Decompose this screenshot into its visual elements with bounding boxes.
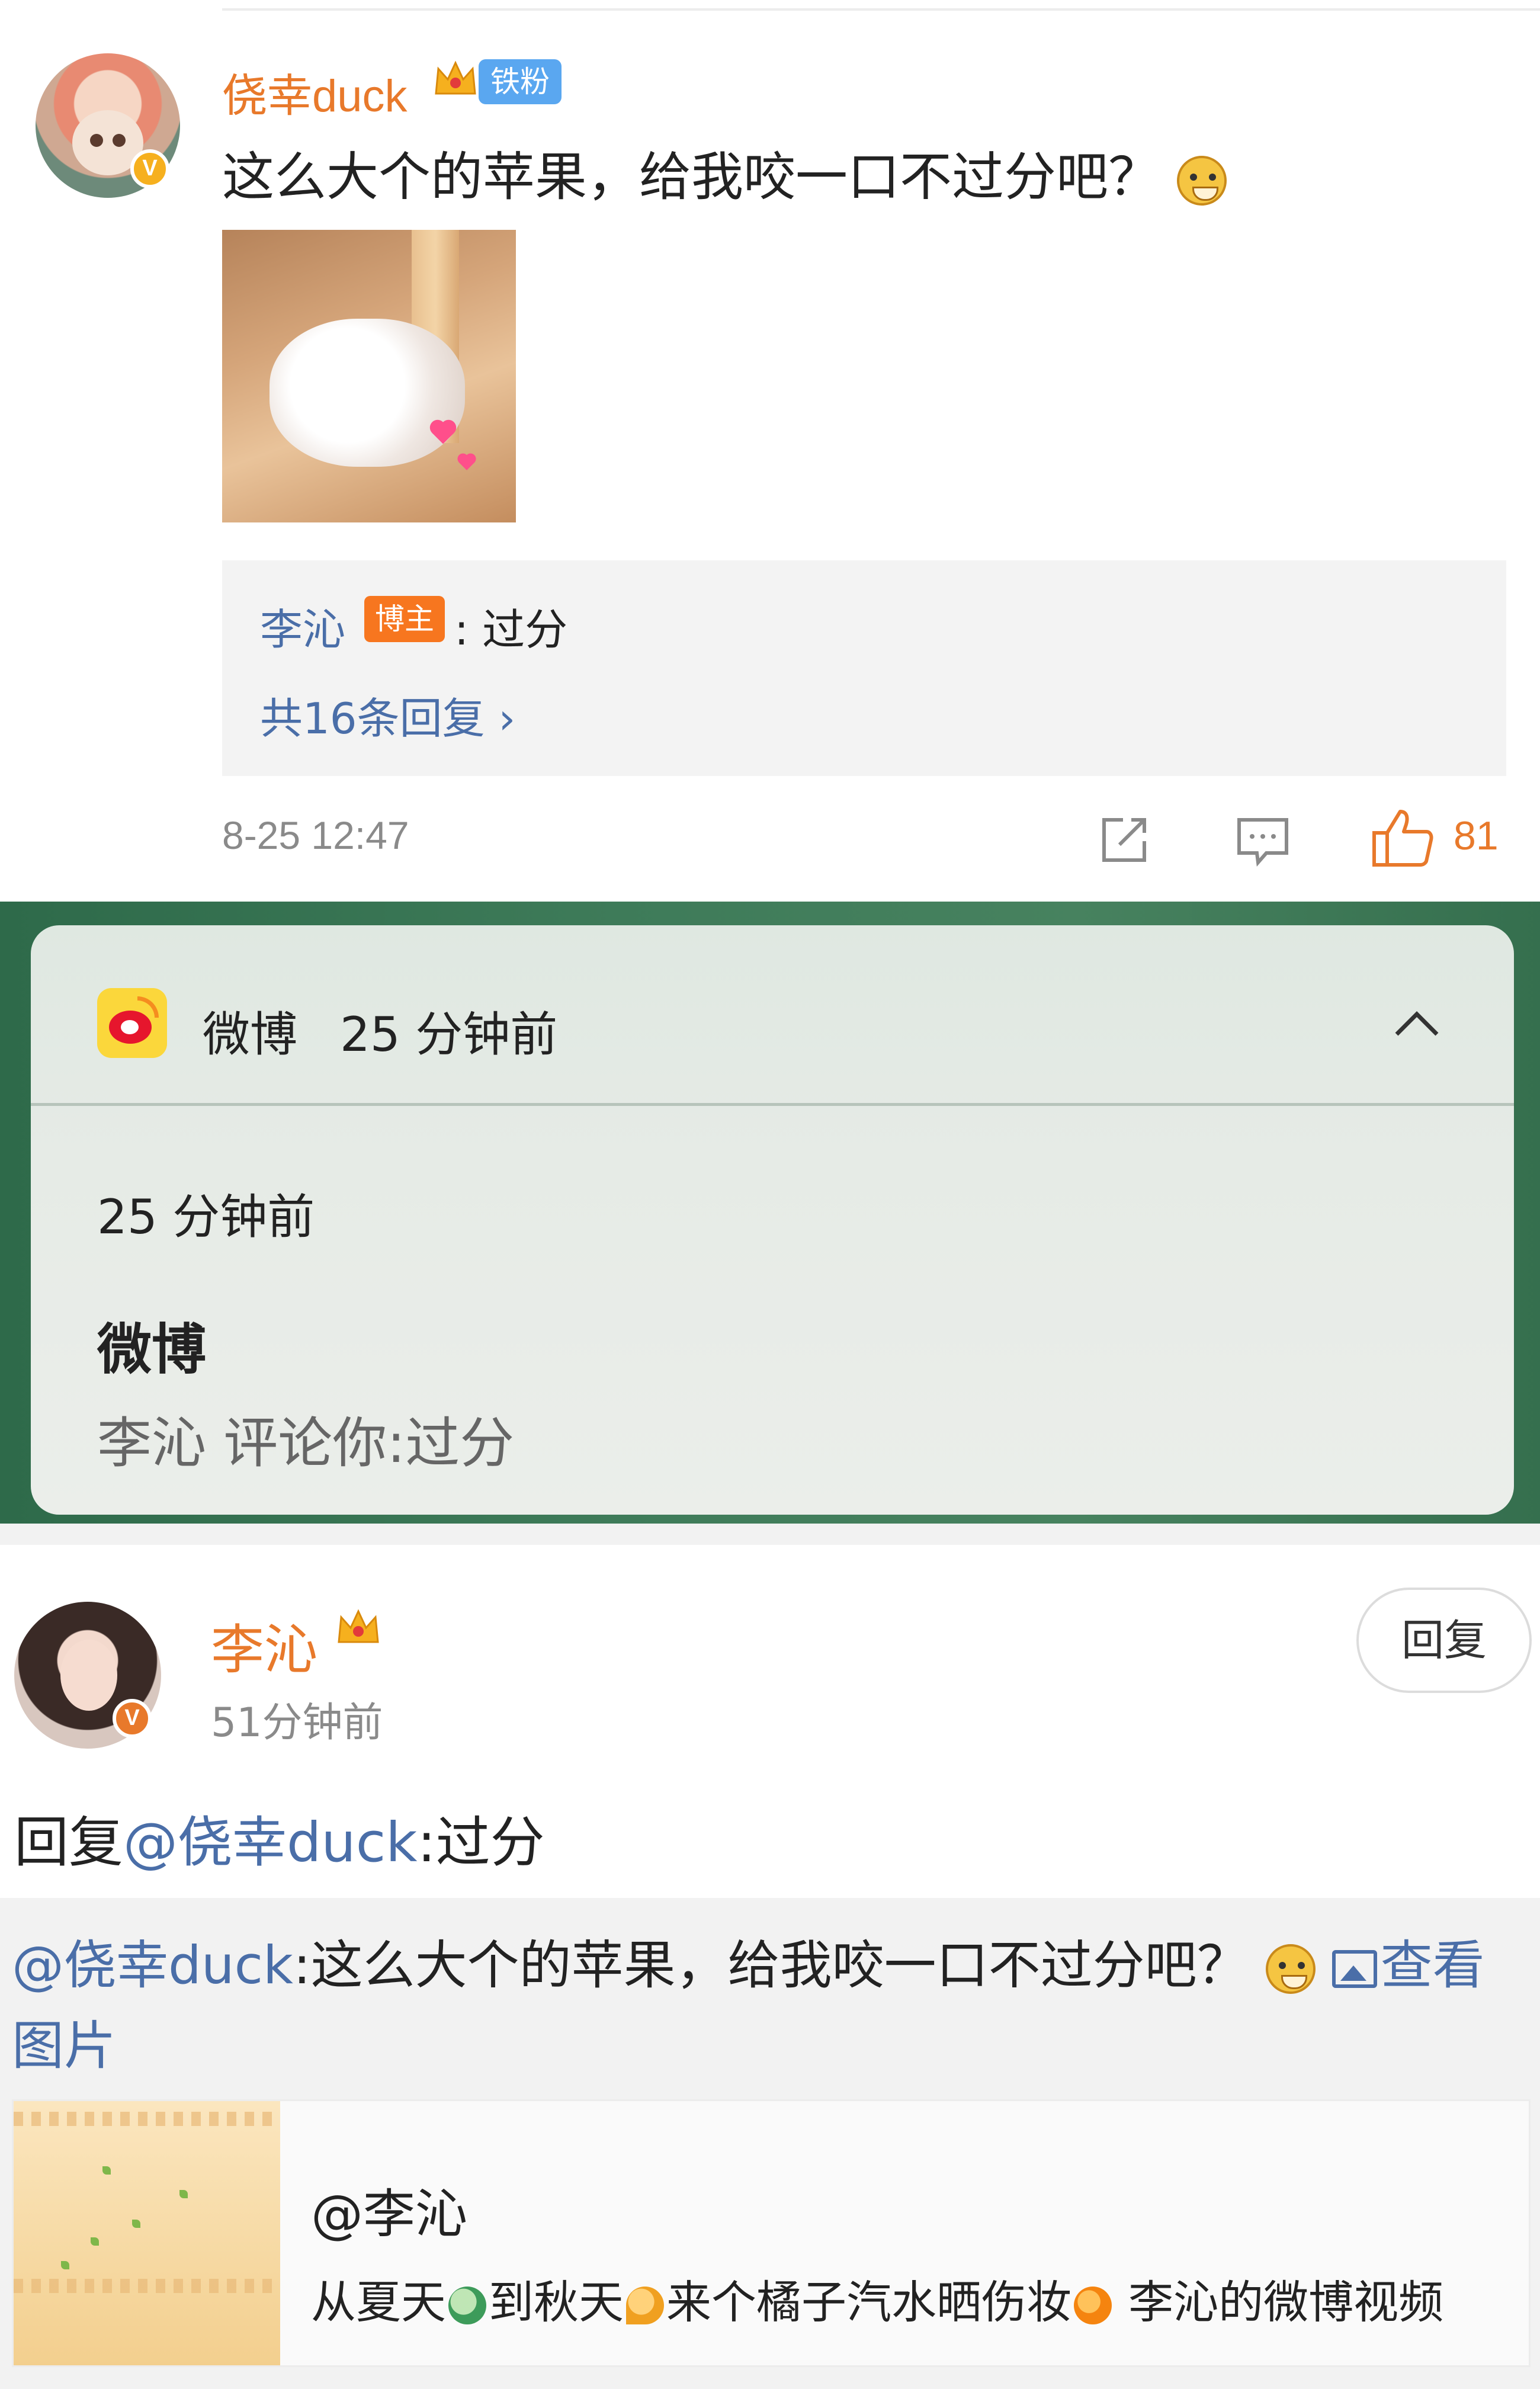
reply-author[interactable]: 李沁: [260, 595, 345, 657]
thumb-leaf: [91, 2237, 99, 2246]
comment-text-content: 这么大个的苹果，给我咬一口不过分吧？: [222, 146, 1161, 207]
comment-text: 这么大个的苹果，给我咬一口不过分吧？: [222, 135, 1227, 210]
video-card[interactable]: @李沁 从夏天 到秋天 来个橘子汽水晒伤妆 李沁的微博视频: [12, 2099, 1531, 2367]
mention-link[interactable]: @侥幸duck: [12, 1935, 293, 1996]
notification-background: 微博 25 分钟前 25 分钟前 微博 李沁 评论你:过分: [0, 902, 1540, 1524]
card-desc-part: 李沁的微博视频: [1114, 2276, 1444, 2329]
thumb-stripe: [14, 2279, 280, 2293]
comment-image[interactable]: [222, 230, 516, 522]
reply-button[interactable]: 回复: [1356, 1588, 1532, 1693]
card-desc-part: 到秋天: [489, 2276, 624, 2329]
heart-sticker: [459, 455, 474, 470]
image-icon: [1332, 1950, 1377, 1989]
card-desc-part: 来个橘子汽水晒伤妆: [666, 2276, 1071, 2329]
thumb-stripe: [14, 2112, 280, 2126]
like-count: 81: [1454, 813, 1499, 858]
weibo-logo-icon: [97, 988, 167, 1058]
notification-card[interactable]: 微博 25 分钟前 25 分钟前 微博 李沁 评论你:过分: [31, 925, 1514, 1515]
avatar-face: [60, 1640, 117, 1711]
notification-header[interactable]: 微博 25 分钟前: [31, 925, 1514, 1103]
chevron-up-icon[interactable]: [1393, 1008, 1440, 1038]
notification-app-name: 微博: [203, 1007, 297, 1062]
fan-badge: 铁粉: [479, 59, 562, 104]
thumb-leaf: [132, 2220, 140, 2228]
notification-header-time: 25 分钟前: [340, 1007, 558, 1062]
reply-prefix: 回复: [14, 1811, 124, 1874]
verified-badge: V: [130, 149, 169, 188]
section-separator: [0, 1524, 1540, 1545]
avatar-eye: [113, 134, 126, 147]
more-replies-link[interactable]: 共16条回复 ›: [260, 684, 515, 746]
like-icon[interactable]: [1371, 807, 1435, 868]
orange-emoji: [1074, 2287, 1112, 2324]
crown-icon: [338, 1609, 379, 1643]
doge-emoji: [1265, 1944, 1316, 1994]
mention-link[interactable]: @侥幸duck: [123, 1811, 418, 1874]
reply-content: 回复@侥幸duck:过分: [14, 1798, 545, 1877]
video-card-title[interactable]: @李沁: [311, 2172, 467, 2247]
doge-emoji: [1177, 156, 1227, 206]
reply-preview-box[interactable]: 李沁 博主 : 过分 共16条回复 ›: [222, 560, 1506, 776]
comment-icon[interactable]: [1234, 813, 1291, 870]
reply-text: : 过分: [454, 605, 568, 655]
notification-divider: [31, 1103, 1514, 1106]
reply-time: 51分钟前: [211, 1699, 383, 1746]
summer-emoji: [448, 2287, 486, 2324]
reply-text: :过分: [417, 1811, 545, 1874]
quoted-comment: @侥幸duck:这么大个的苹果，给我咬一口不过分吧？ 查看图片: [12, 1925, 1528, 2086]
reply-detail-section: V 李沁 51分钟前 回复 回复@侥幸duck:过分 @侥幸duck:这么大个的…: [0, 1524, 1540, 2389]
avatar-eye: [90, 134, 103, 147]
divider: [222, 8, 1540, 11]
notification-title: 微博: [97, 1318, 207, 1381]
thumb-leaf: [102, 2166, 111, 2175]
comment-timestamp: 8-25 12:47: [222, 813, 409, 857]
share-icon[interactable]: [1096, 812, 1153, 868]
notification-body: 李沁 评论你:过分: [97, 1412, 515, 1475]
comment-section: V 侥幸duck 铁粉 这么大个的苹果，给我咬一口不过分吧？ 李沁 博主 : 过…: [0, 0, 1540, 902]
reply-username[interactable]: 李沁: [211, 1606, 317, 1683]
video-thumbnail[interactable]: [14, 2101, 280, 2365]
card-desc-part: 从夏天: [311, 2276, 446, 2329]
verified-badge: V: [113, 1699, 152, 1738]
host-badge: 博主: [364, 596, 445, 642]
comment-username[interactable]: 侥幸duck: [222, 59, 408, 124]
thumb-leaf: [61, 2261, 69, 2269]
weibo-logo-arc: [137, 996, 159, 1018]
thumb-leaf: [179, 2190, 188, 2198]
quoted-text: :这么大个的苹果，给我咬一口不过分吧？: [293, 1935, 1249, 1996]
video-card-description: 从夏天 到秋天 来个橘子汽水晒伤妆 李沁的微博视频: [311, 2266, 1443, 2331]
autumn-emoji: [626, 2287, 664, 2324]
photo-cat: [270, 319, 465, 467]
notification-time: 25 分钟前: [97, 1189, 315, 1245]
crown-icon: [435, 60, 476, 95]
